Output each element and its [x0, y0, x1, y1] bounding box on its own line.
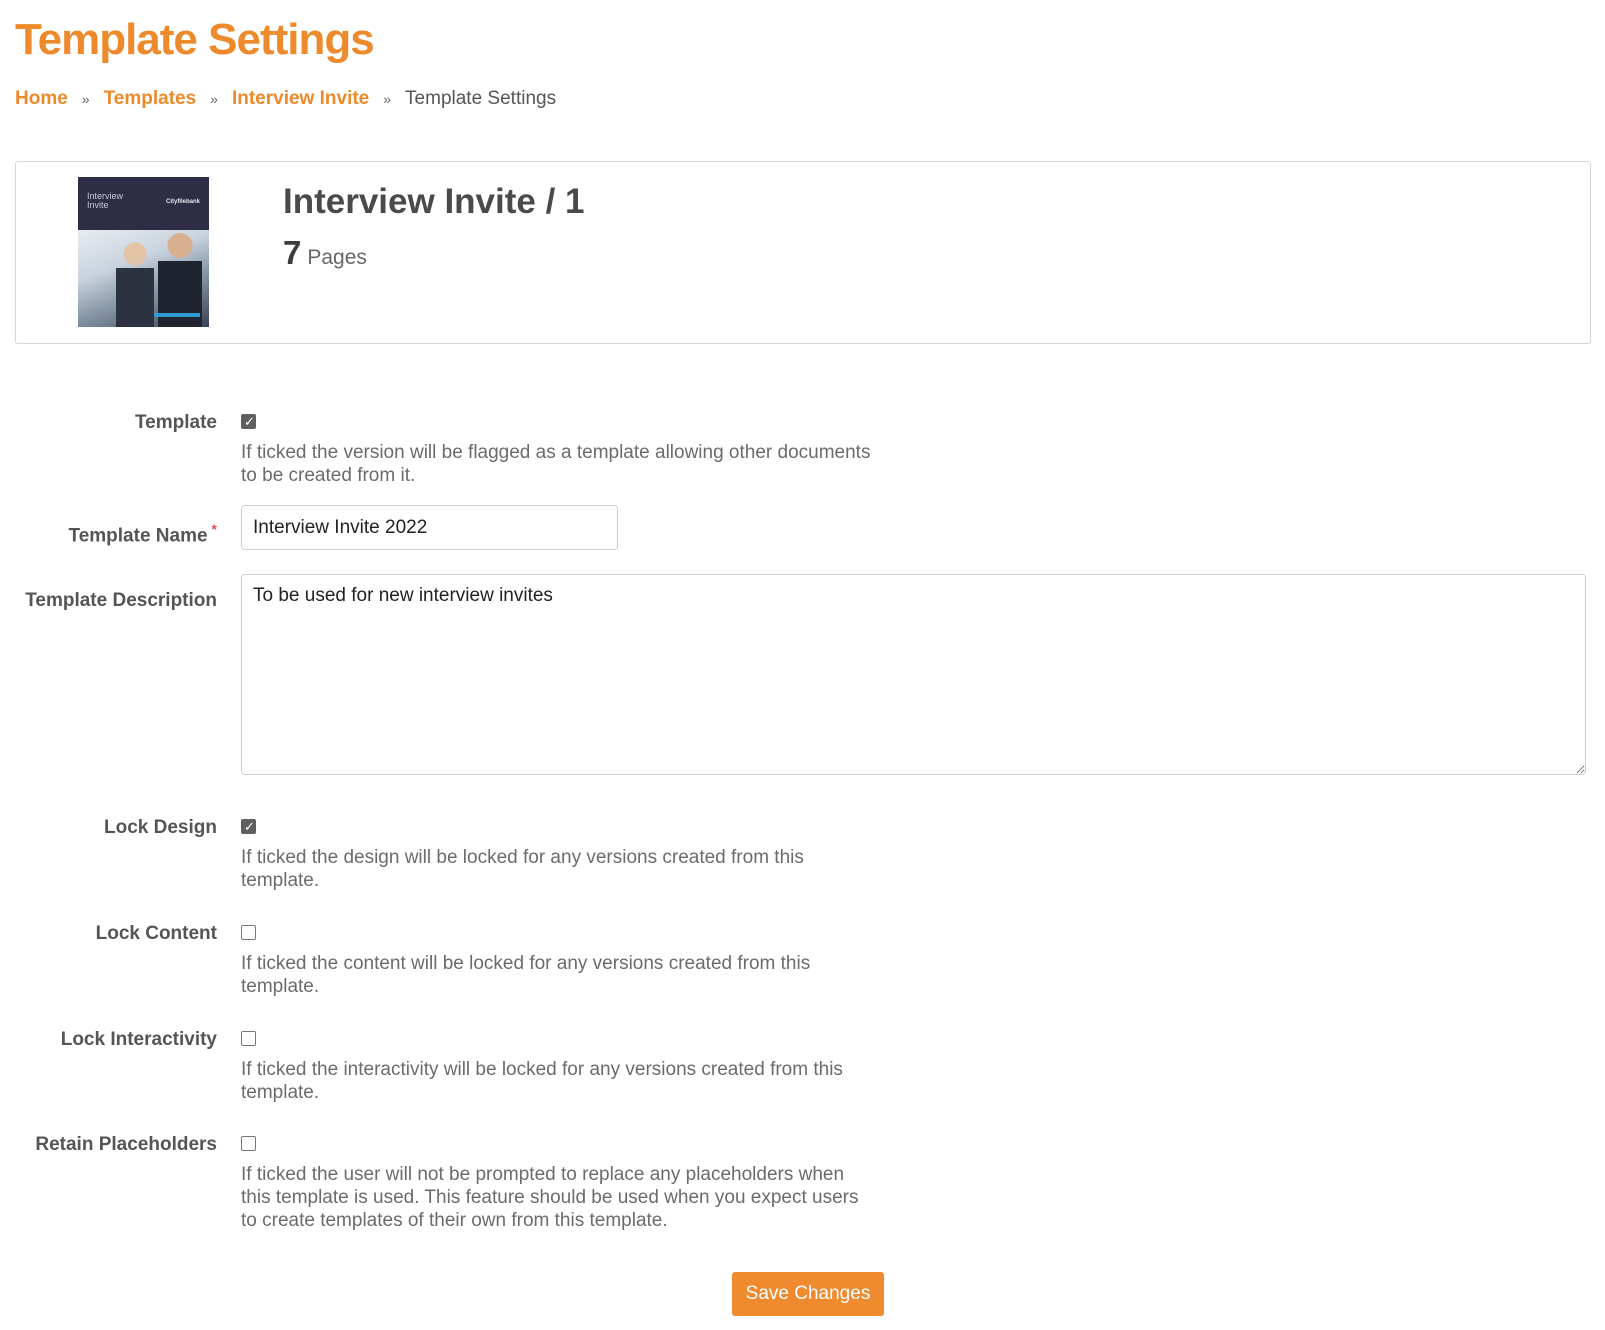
breadcrumb-templates-link[interactable]: Templates — [104, 86, 197, 112]
lock-content-label: Lock Content — [95, 923, 217, 944]
lock-content-checkbox[interactable] — [241, 925, 256, 940]
lock-interactivity-help-text: If ticked the interactivity will be lock… — [241, 1059, 843, 1103]
lock-design-help-text: If ticked the design will be locked for … — [241, 847, 804, 891]
template-label: Template — [134, 412, 217, 433]
lock-interactivity-label: Lock Interactivity — [60, 1029, 217, 1050]
template-summary-card: Interview Invite Cityfilebank Interview … — [15, 161, 1591, 344]
template-help-text: If ticked the version will be flagged as… — [241, 442, 871, 486]
required-marker: * — [211, 521, 217, 537]
thumbnail-title: Interview Invite — [87, 191, 124, 210]
breadcrumb-separator: » — [210, 91, 218, 107]
template-name-input[interactable] — [241, 505, 618, 550]
breadcrumb-interview-invite-link[interactable]: Interview Invite — [232, 86, 369, 112]
check-icon: ✓ — [244, 819, 255, 834]
lock-design-checkbox[interactable]: ✓ — [241, 819, 256, 834]
thumbnail-accent-bar — [154, 313, 200, 317]
template-checkbox[interactable]: ✓ — [241, 414, 256, 429]
lock-design-label: Lock Design — [104, 817, 217, 838]
template-description-textarea[interactable]: To be used for new interview invites — [241, 574, 1586, 775]
template-description-label: Template Description — [25, 590, 217, 611]
retain-placeholders-checkbox[interactable] — [241, 1136, 256, 1151]
breadcrumb-separator: » — [81, 91, 90, 107]
template-name-label-text: Template Name — [68, 525, 208, 547]
check-icon: ✓ — [244, 414, 255, 429]
lock-interactivity-checkbox[interactable] — [241, 1031, 256, 1046]
template-thumbnail: Interview Invite Cityfilebank — [78, 177, 209, 327]
retain-placeholders-label: Retain Placeholders — [35, 1134, 217, 1155]
thumbnail-person — [116, 238, 154, 327]
template-name-label: Template Name * — [69, 516, 217, 549]
save-changes-button[interactable]: Save Changes — [732, 1272, 884, 1316]
thumbnail-brand-logo: Cityfilebank — [165, 199, 200, 205]
breadcrumb-home-link[interactable]: Home — [15, 86, 68, 112]
breadcrumb-current: Template Settings — [405, 88, 557, 109]
page-count-label: Pages — [307, 246, 367, 269]
lock-content-help-text: If ticked the content will be locked for… — [241, 953, 811, 997]
page-count-number: 7 — [283, 234, 302, 271]
breadcrumb: Home » Templates » Interview Invite » Te… — [15, 86, 556, 112]
thumbnail-photo — [78, 230, 209, 327]
template-version-name: Interview Invite / 1 — [283, 182, 585, 221]
retain-placeholders-help-text: If ticked the user will not be prompted … — [241, 1164, 859, 1231]
page-count: 7 Pages — [283, 234, 367, 272]
page-title: Template Settings — [15, 15, 375, 64]
breadcrumb-separator: » — [383, 91, 392, 107]
